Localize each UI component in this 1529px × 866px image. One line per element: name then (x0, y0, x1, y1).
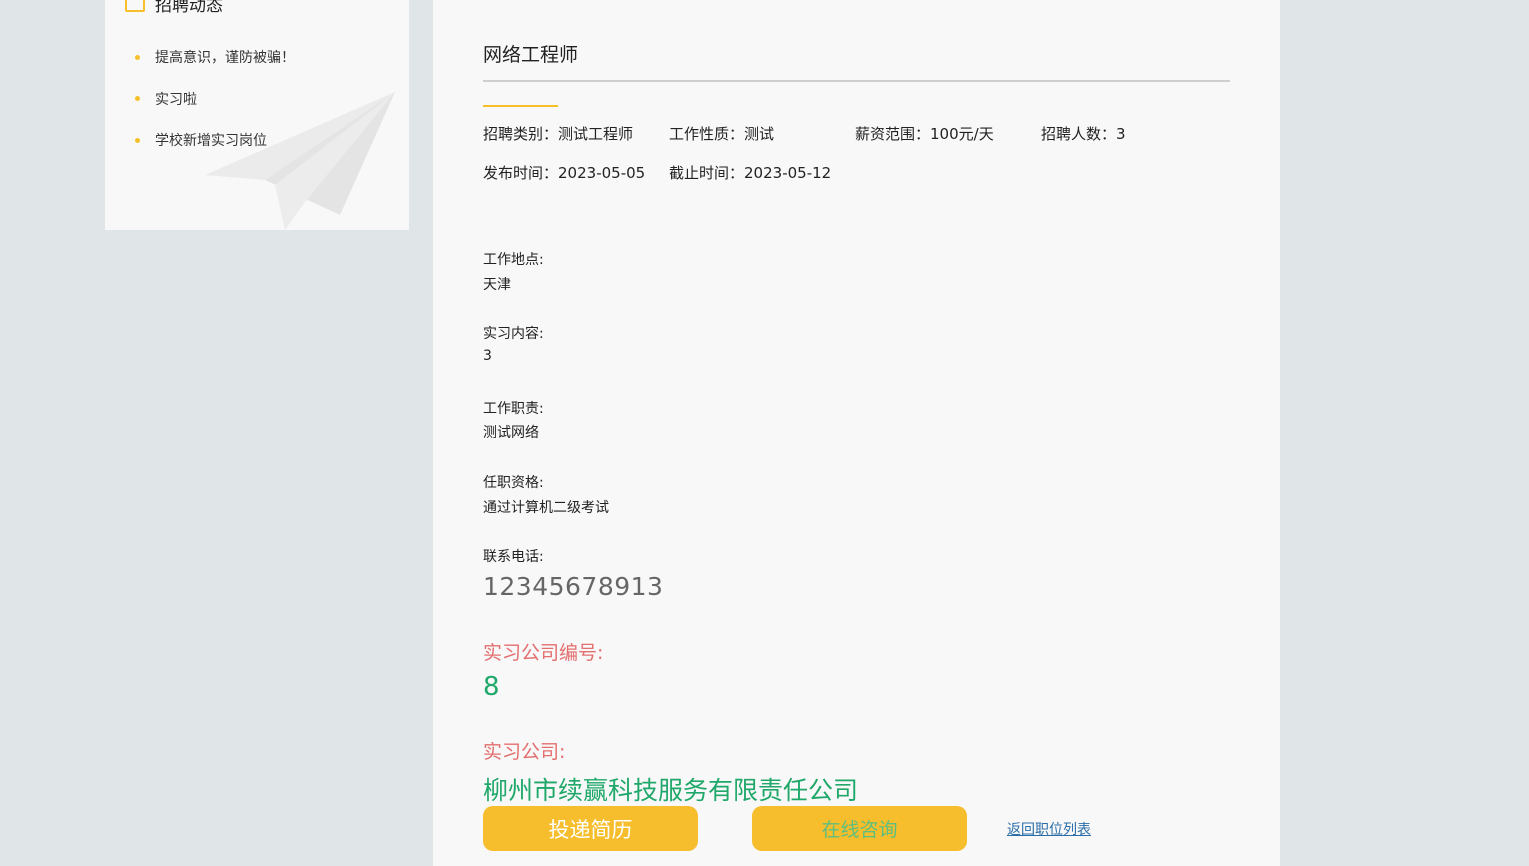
company-id-label: 实习公司编号: (483, 642, 604, 664)
news-item[interactable]: 实习啦 (135, 88, 295, 110)
publish-field: 发布时间：2023-05-05 (483, 162, 645, 183)
publish-value: 2023-05-05 (558, 164, 646, 182)
news-item-label: 学校新增实习岗位 (155, 133, 267, 149)
salary-label: 薪资范围： (855, 125, 931, 143)
deadline-label: 截止时间： (669, 164, 745, 182)
title-divider (483, 80, 1230, 82)
duty-label: 工作职责: (483, 401, 544, 417)
headcount-label: 招聘人数： (1041, 125, 1117, 143)
headcount-field: 招聘人数：3 (1041, 123, 1126, 144)
sidebar-title: 招聘动态 (155, 0, 223, 16)
category-label: 招聘类别： (483, 125, 559, 143)
category-value: 测试工程师 (558, 125, 634, 143)
qualification-value: 通过计算机二级考试 (483, 500, 609, 516)
salary-field: 薪资范围：100元/天 (855, 123, 994, 144)
nature-field: 工作性质：测试 (669, 123, 774, 144)
company-id-value: 8 (483, 672, 500, 702)
sidebar-header: 招聘动态 (125, 0, 223, 16)
company-name-value: 柳州市续赢科技服务有限责任公司 (483, 776, 859, 805)
news-list: 提高意识，谨防被骗！ 实习啦 学校新增实习岗位 (135, 46, 295, 171)
location-value: 天津 (483, 277, 511, 293)
nature-value: 测试 (744, 125, 775, 143)
job-detail-panel: 网络工程师 招聘类别：测试工程师 工作性质：测试 薪资范围：100元/天 招聘人… (433, 0, 1280, 866)
back-to-job-list-link[interactable]: 返回职位列表 (1007, 819, 1091, 839)
headcount-value: 3 (1116, 125, 1126, 143)
location-label: 工作地点: (483, 252, 544, 268)
company-name-label: 实习公司: (483, 741, 566, 763)
phone-label: 联系电话: (483, 549, 544, 565)
duty-value: 测试网络 (483, 425, 539, 441)
news-item-label: 实习啦 (155, 91, 197, 108)
salary-value: 100元/天 (930, 125, 994, 143)
submit-resume-button[interactable]: 投递简历 (483, 806, 698, 851)
nature-label: 工作性质： (669, 125, 745, 143)
title-accent-bar (483, 105, 558, 107)
phone-value: 12345678913 (483, 572, 664, 601)
bullet-dot-icon (135, 137, 140, 143)
recruitment-news-sidebar: 招聘动态 提高意识，谨防被骗！ 实习啦 学校新增实习岗位 (105, 0, 409, 230)
news-item[interactable]: 提高意识，谨防被骗！ (135, 46, 295, 68)
content-value: 3 (483, 348, 492, 364)
bullet-dot-icon (135, 96, 140, 101)
deadline-field: 截止时间：2023-05-12 (669, 162, 831, 183)
publish-label: 发布时间： (483, 164, 559, 182)
deadline-value: 2023-05-12 (744, 164, 832, 182)
folder-icon (125, 0, 145, 12)
bullet-dot-icon (135, 54, 140, 60)
category-field: 招聘类别：测试工程师 (483, 123, 633, 144)
online-consult-button[interactable]: 在线咨询 (752, 806, 967, 851)
qualification-label: 任职资格: (483, 475, 544, 491)
news-item-label: 提高意识，谨防被骗！ (155, 50, 295, 66)
news-item[interactable]: 学校新增实习岗位 (135, 129, 295, 151)
content-label: 实习内容: (483, 326, 544, 342)
job-title: 网络工程师 (483, 44, 579, 66)
